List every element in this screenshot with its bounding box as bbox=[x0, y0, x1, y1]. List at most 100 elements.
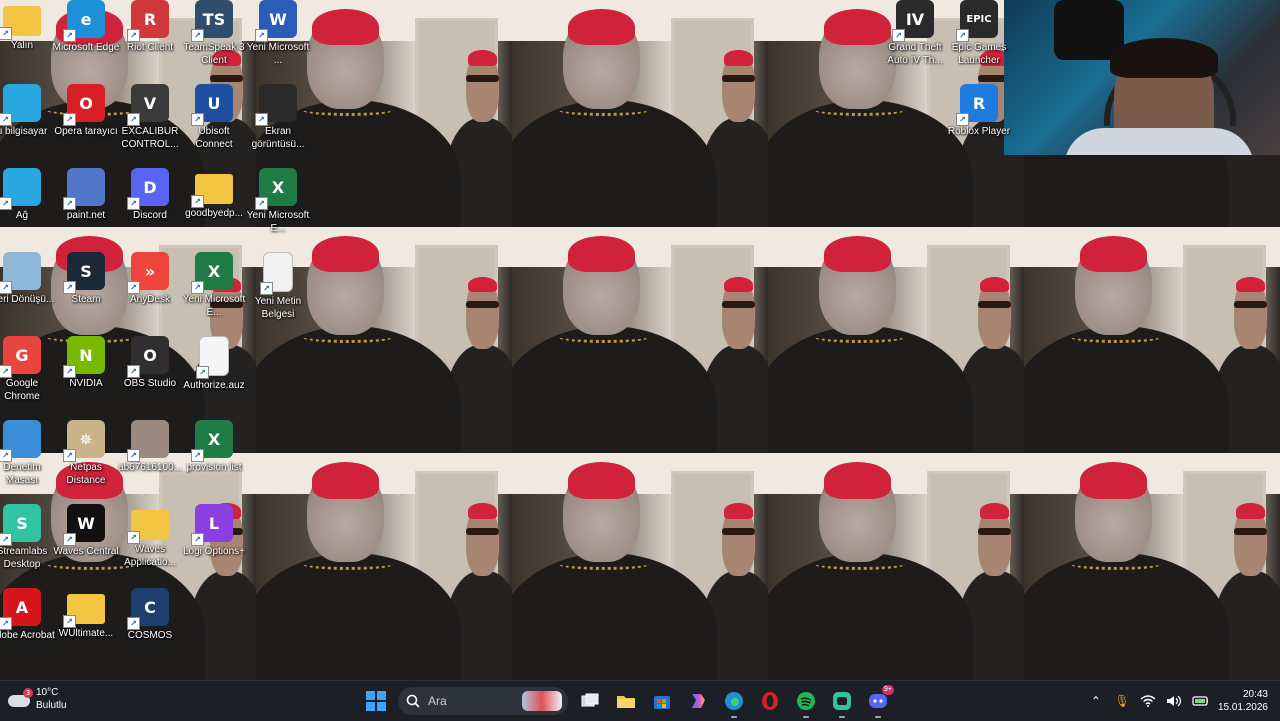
shortcut-arrow-icon: ↗ bbox=[63, 365, 76, 378]
desktop-icon-label: Opera tarayıcı bbox=[54, 126, 118, 137]
netpas-icon: ✵ ↗ bbox=[63, 420, 105, 462]
desktop-icon-word[interactable]: W ↗ Yeni Microsoft ... bbox=[246, 0, 310, 67]
shortcut-arrow-icon: ↗ bbox=[127, 29, 140, 42]
control-panel-icon: ↗ bbox=[0, 420, 41, 462]
opera-icon: O ↗ bbox=[63, 84, 105, 126]
volume-icon[interactable] bbox=[1166, 693, 1182, 709]
desktop-icon-screenshot[interactable]: ↗ Ekran görüntüsü... bbox=[246, 84, 310, 151]
desktop-icon-label: Yeni Microsoft E... bbox=[182, 294, 246, 318]
weather-badge: 3 bbox=[23, 688, 33, 698]
desktop-icon-excel[interactable]: X ↗ Yeni Microsoft E... bbox=[246, 168, 310, 235]
desktop-icon-label: Waves Applicatio... bbox=[124, 544, 176, 568]
desktop-icon-folder[interactable]: ↗ WUltimate... bbox=[54, 588, 118, 640]
discord-taskbar-button[interactable]: 9+ bbox=[864, 685, 894, 718]
desktop-icon-teamspeak[interactable]: TS ↗ TeamSpeak 3 Client bbox=[182, 0, 246, 67]
word-icon: W ↗ bbox=[255, 0, 297, 42]
desktop-icon-cosmos[interactable]: C ↗ COSMOS bbox=[118, 588, 182, 642]
start-button[interactable] bbox=[362, 687, 390, 715]
desktop-icon-paintnet[interactable]: ↗ paint.net bbox=[54, 168, 118, 222]
desktop-icon-folder-user[interactable]: ↗ Yalın bbox=[0, 0, 54, 52]
desktop-icon-logi[interactable]: L ↗ Logi Options+ bbox=[182, 504, 246, 558]
copilot-button[interactable] bbox=[684, 687, 712, 715]
search-highlight-image bbox=[522, 691, 562, 711]
desktop-icon-opera[interactable]: O ↗ Opera tarayıcı bbox=[54, 84, 118, 138]
wallpaper-tile bbox=[768, 226, 1024, 454]
desktop-icon-chrome[interactable]: G ↗ Google Chrome bbox=[0, 336, 54, 403]
taskbar-clock[interactable]: 20:43 15.01.2026 bbox=[1218, 688, 1268, 714]
opera-icon bbox=[762, 692, 778, 710]
excel-icon: X ↗ bbox=[255, 168, 297, 210]
task-view-button[interactable] bbox=[576, 687, 604, 715]
streamlabs-taskbar-button[interactable] bbox=[828, 687, 856, 718]
desktop-icon-nvidia[interactable]: N ↗ NVIDIA bbox=[54, 336, 118, 390]
computer-icon: ↗ bbox=[0, 84, 41, 126]
desktop-icon-label: u bilgisayar bbox=[0, 126, 48, 137]
shortcut-arrow-icon: ↗ bbox=[63, 113, 76, 126]
desktop-icon-netpas[interactable]: ✵ ↗ Netpas Distance bbox=[54, 420, 118, 487]
desktop-icon-steam[interactable]: S ↗ Steam bbox=[54, 252, 118, 306]
desktop-icon-label: Grand Theft Auto IV Th... bbox=[887, 42, 943, 66]
obs-icon: O ↗ bbox=[127, 336, 169, 378]
cloud-icon: 3 bbox=[8, 688, 33, 710]
shortcut-arrow-icon: ↗ bbox=[63, 615, 76, 628]
edge-taskbar-button[interactable] bbox=[720, 687, 748, 718]
desktop-icon-recycle-bin[interactable]: ↗Geri Dönüşü... bbox=[0, 252, 54, 306]
discord-icon: D ↗ bbox=[127, 168, 169, 210]
shortcut-arrow-icon: ↗ bbox=[127, 531, 140, 544]
anydesk-icon: » ↗ bbox=[127, 252, 169, 294]
shortcut-arrow-icon: ↗ bbox=[63, 533, 76, 546]
shortcut-arrow-icon: ↗ bbox=[63, 449, 76, 462]
desktop-icon-label: Waves Central bbox=[53, 546, 119, 557]
shortcut-arrow-icon: ↗ bbox=[0, 449, 12, 462]
spotify-taskbar-button[interactable] bbox=[792, 687, 820, 718]
desktop-icon-text-file[interactable]: ↗ Yeni Metin Belgesi bbox=[246, 252, 310, 321]
desktop-icon-label: Riot Client bbox=[126, 42, 174, 53]
taskbar-search[interactable]: Ara bbox=[398, 687, 568, 715]
desktop-icon-folder[interactable]: ↗ Waves Applicatio... bbox=[118, 504, 182, 569]
desktop-icon-riot[interactable]: R ↗ Riot Client bbox=[118, 0, 182, 54]
task-view-icon bbox=[581, 693, 599, 707]
running-indicator bbox=[803, 716, 809, 718]
shortcut-arrow-icon: ↗ bbox=[127, 197, 140, 210]
desktop-icon-streamlabs[interactable]: S ↗ Streamlabs Desktop bbox=[0, 504, 54, 571]
battery-icon[interactable] bbox=[1192, 693, 1208, 709]
spotify-icon bbox=[797, 692, 815, 710]
wallpaper-tile bbox=[1024, 226, 1280, 454]
opera-taskbar-button[interactable] bbox=[756, 687, 784, 715]
desktop-icon-edge[interactable]: e ↗ Microsoft Edge bbox=[53, 0, 119, 54]
desktop-icon-excalibur[interactable]: V ↗ EXCALIBUR CONTROL... bbox=[118, 84, 182, 151]
desktop-icon-computer[interactable]: ↗ u bilgisayar bbox=[0, 84, 54, 138]
streamlabs-icon: S ↗ bbox=[0, 504, 41, 546]
file-explorer-button[interactable] bbox=[612, 687, 640, 715]
desktop-icon-excel[interactable]: X ↗ Yeni Microsoft E... bbox=[182, 252, 246, 319]
search-icon bbox=[406, 694, 420, 708]
desktop-icon-waves[interactable]: W ↗ Waves Central bbox=[53, 504, 119, 558]
weather-widget[interactable]: 3 10°C Bulutlu bbox=[8, 686, 67, 712]
excel-icon: X ↗ bbox=[191, 252, 233, 294]
desktop-icon-excel[interactable]: X ↗ provision list bbox=[182, 420, 246, 474]
desktop-icon-blank-file[interactable]: ↗ Authorize.auz bbox=[182, 336, 246, 392]
desktop-icon-roblox[interactable]: R ↗ Roblox Player bbox=[947, 84, 1011, 138]
desktop-icon-discord[interactable]: D ↗ Discord bbox=[118, 168, 182, 222]
desktop-icon-acrobat[interactable]: A↗Adobe Acrobat bbox=[0, 588, 55, 642]
desktop-icon-ubisoft[interactable]: U ↗ Ubisoft Connect bbox=[182, 84, 246, 151]
desktop-icon-label: ab67616100... bbox=[118, 462, 182, 473]
desktop-icon-network[interactable]: ↗ Ağ bbox=[0, 168, 54, 222]
desktop-icon-anydesk[interactable]: » ↗ AnyDesk bbox=[118, 252, 182, 306]
microphone-icon[interactable]: 🎙 bbox=[1114, 693, 1130, 709]
desktop-icon-control-panel[interactable]: ↗ Denetim Masası bbox=[0, 420, 54, 487]
desktop-icon-folder[interactable]: ↗ goodbyedp... bbox=[182, 168, 246, 220]
epic-icon: EPIC ↗ bbox=[956, 0, 998, 42]
microsoft-store-button[interactable] bbox=[648, 687, 676, 715]
shortcut-arrow-icon: ↗ bbox=[127, 281, 140, 294]
desktop-icon-label: Yalın bbox=[10, 40, 34, 51]
shortcut-arrow-icon: ↗ bbox=[0, 533, 12, 546]
wifi-icon[interactable] bbox=[1140, 693, 1156, 709]
desktop-icon-epic[interactable]: EPIC ↗ Epic Games Launcher bbox=[947, 0, 1011, 67]
desktop-icon-obs[interactable]: O ↗ OBS Studio bbox=[118, 336, 182, 390]
chevron-up-icon[interactable]: ⌃ bbox=[1088, 693, 1104, 709]
acrobat-icon: A ↗ bbox=[0, 588, 41, 630]
recycle-bin-icon: ↗ bbox=[0, 252, 41, 294]
desktop-icon-image-file[interactable]: ↗ ab67616100... bbox=[118, 420, 182, 474]
desktop-icon-gta[interactable]: IV ↗ Grand Theft Auto IV Th... bbox=[883, 0, 947, 67]
